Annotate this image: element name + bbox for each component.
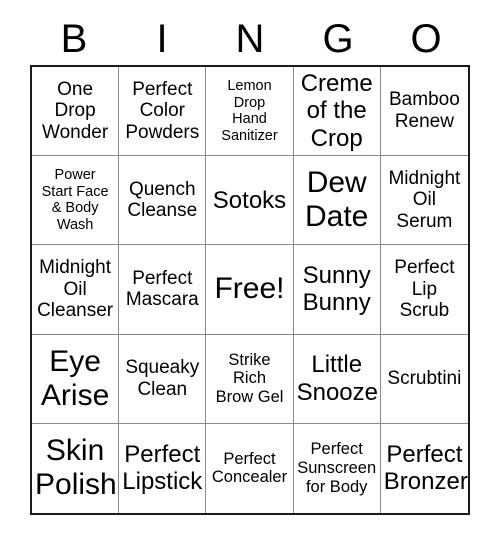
bingo-cell[interactable]: Little Snooze bbox=[293, 334, 381, 424]
bingo-cell-label: Creme of the Crop bbox=[300, 70, 373, 152]
bingo-cell-label: Sotoks bbox=[212, 186, 287, 214]
bingo-cell[interactable]: One Drop Wonder bbox=[32, 67, 120, 157]
bingo-cell-label: Dew Date bbox=[305, 166, 369, 234]
bingo-cell[interactable]: Perfect Color Powders bbox=[119, 67, 207, 157]
bingo-cell[interactable]: Perfect Lip Scrub bbox=[380, 245, 468, 335]
bingo-cell[interactable]: Sunny Bunny bbox=[293, 245, 381, 335]
bingo-cell-label: Scrubtini bbox=[387, 367, 462, 389]
bingo-cell-label: Perfect Bronzer bbox=[383, 441, 468, 496]
bingo-cell-label: Perfect Lipstick bbox=[122, 441, 203, 496]
bingo-cell-label: Perfect Lip Scrub bbox=[394, 257, 455, 322]
bingo-cell-label: Lemon Drop Hand Sanitizer bbox=[221, 78, 278, 144]
bingo-cell[interactable]: Dew Date bbox=[293, 156, 381, 246]
bingo-card: B I N G O One Drop Wonder Perfect Color … bbox=[0, 0, 500, 544]
bingo-cell-label: Skin Polish bbox=[35, 434, 117, 502]
header-letter-o: O bbox=[410, 17, 442, 61]
bingo-cell[interactable]: Creme of the Crop bbox=[293, 67, 381, 157]
bingo-cell[interactable]: Power Start Face & Body Wash bbox=[32, 156, 120, 246]
header-letter-i: I bbox=[156, 17, 168, 61]
bingo-cell-label: Strike Rich Brow Gel bbox=[215, 350, 284, 407]
header-letter-n: N bbox=[235, 17, 265, 61]
bingo-cell[interactable]: Perfect Bronzer bbox=[380, 423, 468, 513]
bingo-cell[interactable]: Perfect Lipstick bbox=[119, 423, 207, 513]
bingo-cell[interactable]: Perfect Mascara bbox=[119, 245, 207, 335]
bingo-cell-label: Perfect Mascara bbox=[125, 267, 199, 311]
bingo-header: B I N G O bbox=[30, 14, 470, 64]
bingo-cell-label: Midnight Oil Serum bbox=[388, 167, 461, 233]
bingo-cell-free-space[interactable]: Free! bbox=[206, 245, 294, 335]
bingo-cell[interactable]: Eye Arise bbox=[32, 334, 120, 424]
bingo-cell[interactable]: Squeaky Clean bbox=[119, 334, 207, 424]
bingo-cell[interactable]: Strike Rich Brow Gel bbox=[206, 334, 294, 424]
bingo-cell-label: Eye Arise bbox=[40, 344, 110, 412]
header-letter-g: G bbox=[322, 17, 354, 61]
bingo-cell[interactable]: Skin Polish bbox=[32, 423, 120, 513]
bingo-cell[interactable]: Perfect Sunscreen for Body bbox=[293, 423, 381, 513]
bingo-cell-label: One Drop Wonder bbox=[42, 78, 109, 143]
bingo-cell-label: Quench Cleanse bbox=[127, 178, 198, 222]
bingo-cell[interactable]: Lemon Drop Hand Sanitizer bbox=[206, 67, 294, 157]
bingo-cell[interactable]: Midnight Oil Cleanser bbox=[32, 245, 120, 335]
bingo-cell-label: Perfect Concealer bbox=[211, 449, 288, 487]
bingo-cell-label: Midnight Oil Cleanser bbox=[37, 257, 114, 322]
header-letter-b: B bbox=[60, 17, 88, 61]
bingo-cell-label: Power Start Face & Body Wash bbox=[41, 167, 109, 233]
bingo-cell-label: Sunny Bunny bbox=[302, 262, 371, 317]
bingo-cell[interactable]: Quench Cleanse bbox=[119, 156, 207, 246]
bingo-cell[interactable]: Bamboo Renew bbox=[380, 67, 468, 157]
bingo-cell[interactable]: Perfect Concealer bbox=[206, 423, 294, 513]
bingo-cell[interactable]: Sotoks bbox=[206, 156, 294, 246]
bingo-grid: One Drop Wonder Perfect Color Powders Le… bbox=[30, 65, 470, 515]
bingo-cell-label: Squeaky Clean bbox=[125, 357, 200, 400]
bingo-cell-label: Perfect Color Powders bbox=[125, 78, 200, 143]
bingo-cell-label: Little Snooze bbox=[296, 351, 378, 406]
bingo-cell[interactable]: Scrubtini bbox=[380, 334, 468, 424]
bingo-cell-label: Bamboo Renew bbox=[389, 89, 460, 133]
bingo-cell-label: Perfect Sunscreen for Body bbox=[297, 440, 377, 496]
bingo-cell-label: Free! bbox=[214, 272, 285, 306]
bingo-cell[interactable]: Midnight Oil Serum bbox=[380, 156, 468, 246]
